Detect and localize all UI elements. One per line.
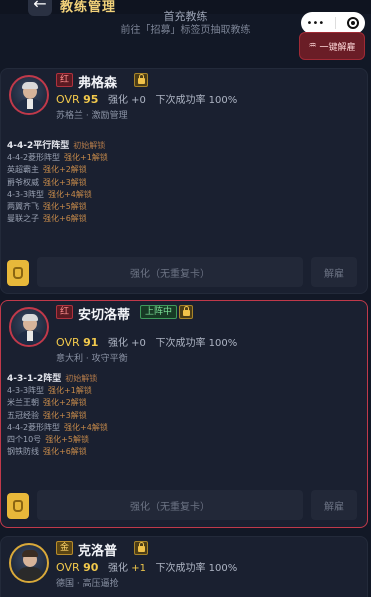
coach-style: 激励管理 [91,111,128,121]
tactic-row: 4-3-1-2阵型 初始解锁 [7,374,98,384]
dismiss-all-button[interactable]: ♒ 一键解雇 [299,32,365,60]
recruit-hint-title: 首充教练 [163,10,208,23]
coach-stats: OVR 91 强化 +0 下次成功率 100% [56,334,237,349]
coach-name: 安切洛蒂 [78,308,131,323]
tactic-row: 曼联之子 强化+6解锁 [7,214,87,224]
broom-icon: ♒ [308,41,317,51]
coach-meta: 苏格兰 · 激励管理 [56,111,128,121]
coach-nation: 意大利 [56,354,84,364]
tactic-row: 四个10号 强化+5解锁 [7,435,89,445]
coach-nation: 苏格兰 [56,111,84,121]
lock-icon[interactable] [134,73,148,87]
enhance-card-icon[interactable] [7,260,29,286]
enhance-button[interactable]: 强化（无重复卡） [37,490,303,520]
tactics-list: 4-3-1-2阵型 初始解锁 4-3-3阵型 强化+1解锁 米兰王朝 强化+2解锁 五… [7,373,108,458]
tactic-row: 英超霸主 强化+2解锁 [7,165,87,175]
tactic-row: 爵爷权威 强化+3解锁 [7,177,87,187]
rarity-badge: 金 [56,541,74,555]
recruit-hint-text: 前往「招募」标签页抽取教练 [120,25,251,36]
enhance-level: 强化 +1 [108,563,146,574]
coach-card[interactable]: 金 克洛普 OVR 90 强化 +1 下次成功率 100% 德国 · 高压逼抢 [0,536,368,597]
tactic-row: 五冠经验 强化+3解锁 [7,410,87,420]
tactic-row: 4-4-2菱形阵型 强化+4解锁 [7,422,108,432]
dismiss-button[interactable]: 解雇 [311,490,357,520]
success-rate: 下次成功率 100% [155,338,238,349]
coach-avatar [9,75,49,115]
coach-avatar [9,307,49,347]
tactic-row: 两翼齐飞 强化+5解锁 [7,202,87,212]
tactics-list: 4-4-2平行阵型 初始解锁 4-4-2菱形阵型 强化+1解锁 英超霸主 强化+2解锁… [7,140,108,225]
dismiss-all-label: 一键解雇 [319,42,356,53]
coach-style: 高压逼抢 [82,579,119,589]
coach-meta: 德国 · 高压逼抢 [56,579,119,589]
tactic-row: 4-4-2菱形阵型 强化+1解锁 [7,153,108,163]
coach-card[interactable]: 红 弗格森 OVR 95 强化 +0 下次成功率 100% 苏格兰 · 激励管理… [0,68,368,294]
coach-avatar [9,543,49,583]
coach-actions: 强化（无重复卡） 解雇 [7,490,361,520]
rarity-badge: 红 [56,73,74,87]
coach-name: 克洛普 [78,544,118,559]
coach-meta: 意大利 · 攻守平衡 [56,354,128,364]
success-rate: 下次成功率 100% [155,563,238,574]
coach-actions: 强化（无重复卡） 解雇 [7,257,361,287]
coach-stats: OVR 95 强化 +0 下次成功率 100% [56,91,237,106]
ovr-value: OVR 91 [56,336,99,349]
tactic-row: 4-4-2平行阵型 初始解锁 [7,141,106,151]
lock-icon[interactable] [134,541,148,555]
tactic-row: 钢铁防线 强化+6解锁 [7,447,87,457]
ovr-value: OVR 90 [56,561,99,574]
enhance-level: 强化 +0 [108,338,146,349]
rarity-badge: 红 [56,305,74,319]
enhance-level: 强化 +0 [108,95,146,106]
tactic-row: 4-3-3阵型 强化+1解锁 [7,386,92,396]
coach-nation: 德国 [56,579,75,589]
tactic-row: 4-3-3阵型 强化+4解锁 [7,189,92,199]
tactic-row: 米兰王朝 强化+2解锁 [7,398,87,408]
coach-stats: OVR 90 强化 +1 下次成功率 100% [56,559,237,574]
coach-card[interactable]: 红 安切洛蒂 上阵中 OVR 91 强化 +0 下次成功率 100% 意大利 ·… [0,300,368,528]
lock-icon[interactable] [179,305,193,319]
dismiss-button[interactable]: 解雇 [311,257,357,287]
enhance-card-icon[interactable] [7,493,29,519]
coach-style: 攻守平衡 [91,354,128,364]
success-rate: 下次成功率 100% [155,95,238,106]
coach-name: 弗格森 [78,76,118,91]
on-field-badge: 上阵中 [140,305,178,319]
enhance-button[interactable]: 强化（无重复卡） [37,257,303,287]
ovr-value: OVR 95 [56,93,99,106]
